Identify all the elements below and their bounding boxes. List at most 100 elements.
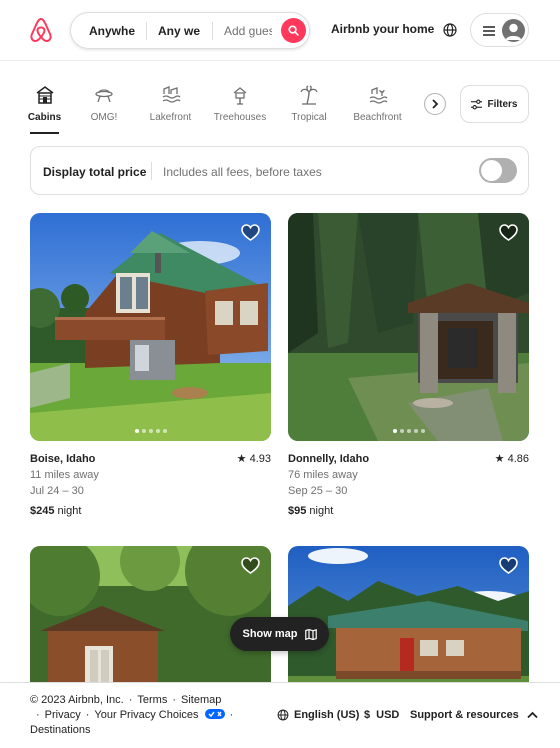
- listing-rating: ★ 4.93: [237, 451, 271, 467]
- filters-button[interactable]: Filters: [460, 85, 529, 123]
- footer-link-privacy-choices[interactable]: Your Privacy Choices: [94, 709, 198, 721]
- listing-photo[interactable]: [288, 213, 529, 441]
- listing-rating: ★ 4.86: [495, 451, 529, 467]
- category-cabins[interactable]: Cabins: [28, 85, 61, 134]
- pagination-dot: [406, 429, 411, 433]
- listing-photo[interactable]: [30, 213, 271, 441]
- palm-tree-icon: [300, 85, 318, 105]
- display-total-price-label: Display total price: [43, 165, 147, 179]
- search-when[interactable]: Any week: [158, 24, 200, 38]
- listing-distance: 76 miles away: [288, 469, 358, 481]
- user-menu-button[interactable]: [470, 13, 529, 47]
- category-omg[interactable]: OMG!: [90, 85, 118, 123]
- pagination-dot: [392, 429, 397, 433]
- divider: [151, 162, 152, 180]
- site-footer: © 2023 Airbnb, Inc. · Terms · Sitemap · Priva…: [0, 682, 560, 748]
- pagination-dot: [141, 429, 146, 433]
- category-beachfront[interactable]: Beachfront: [353, 85, 402, 123]
- search-guests[interactable]: Add guests: [224, 24, 272, 38]
- price-unit: night: [57, 505, 82, 517]
- listing-dates: Sep 25 – 30: [288, 485, 348, 497]
- chevron-up-icon: [527, 711, 538, 719]
- pagination-dot: [162, 429, 167, 433]
- filters-label: Filters: [487, 98, 518, 110]
- total-price-toggle[interactable]: [479, 158, 517, 183]
- category-label: OMG!: [90, 112, 118, 123]
- search-divider: [212, 22, 213, 40]
- footer-link-destinations[interactable]: Destinations: [30, 724, 91, 736]
- search-icon: [288, 25, 299, 36]
- search-where[interactable]: Anywhere: [89, 24, 135, 38]
- lakefront-icon: [162, 86, 180, 103]
- star-icon: ★: [236, 453, 247, 465]
- footer-row: Destinations: [30, 724, 91, 736]
- category-treehouses[interactable]: Treehouses: [214, 85, 266, 123]
- photo-pagination: [288, 429, 529, 433]
- listing-price: $245 night: [30, 503, 271, 519]
- rating-value: 4.93: [249, 453, 271, 465]
- support-resources-button[interactable]: Support & resources: [410, 709, 538, 721]
- cabin-icon: [36, 86, 53, 104]
- footer-row: © 2023 Airbnb, Inc. · Terms · Sitemap: [30, 694, 221, 706]
- menu-icon: [483, 26, 495, 36]
- search-divider: [146, 22, 147, 40]
- pagination-dot: [148, 429, 153, 433]
- pagination-dot: [399, 429, 404, 433]
- language-selector[interactable]: English (US): [277, 709, 359, 721]
- heart-icon[interactable]: [241, 224, 260, 242]
- support-label: Support & resources: [410, 709, 519, 721]
- show-map-button[interactable]: Show map: [230, 617, 329, 651]
- footer-row: · Privacy · Your Privacy Choices ·: [36, 709, 238, 721]
- category-label: Beachfront: [353, 112, 402, 123]
- ufo-house-icon: [95, 89, 113, 103]
- listing-dates: Jul 24 – 30: [30, 485, 84, 497]
- listing-location: Boise, Idaho: [30, 453, 96, 465]
- category-tropical[interactable]: Tropical: [291, 85, 327, 123]
- rating-value: 4.86: [507, 453, 529, 465]
- separator: ·: [128, 694, 133, 706]
- avatar-icon: [502, 19, 525, 42]
- show-map-label: Show map: [242, 628, 298, 640]
- price-value: $95: [288, 505, 307, 517]
- listing-location: Donnelly, Idaho: [288, 453, 370, 465]
- search-bar[interactable]: Anywhere Any week Add guests: [70, 12, 310, 49]
- beach-icon: [369, 87, 387, 104]
- currency-selector[interactable]: $ USD: [364, 709, 399, 721]
- footer-link-sitemap[interactable]: Sitemap: [181, 694, 221, 706]
- treehouse-icon: [233, 87, 247, 105]
- heart-icon[interactable]: [499, 224, 518, 242]
- footer-link-privacy[interactable]: Privacy: [45, 709, 81, 721]
- currency-symbol: $: [364, 709, 371, 721]
- globe-icon: [277, 709, 289, 721]
- listing-info: Boise, Idaho ★ 4.93 11 miles away Jul 24…: [30, 451, 271, 519]
- categories-next-button[interactable]: [424, 93, 446, 115]
- cabin-photo: [288, 213, 529, 441]
- privacy-choices-icon: [204, 709, 225, 719]
- heart-icon[interactable]: [499, 557, 518, 575]
- pagination-dot: [134, 429, 139, 433]
- listing-card[interactable]: Donnelly, Idaho ★ 4.86 76 miles away Sep…: [288, 213, 529, 519]
- sliders-icon: [471, 99, 483, 109]
- search-button[interactable]: [281, 18, 306, 43]
- active-category-underline: [30, 132, 59, 134]
- language-label: English (US): [294, 709, 360, 721]
- footer-link-terms[interactable]: Terms: [137, 694, 167, 706]
- heart-icon[interactable]: [241, 557, 260, 575]
- display-total-price-bar: Display total price Includes all fees, b…: [30, 146, 529, 195]
- chevron-right-icon: [432, 99, 439, 109]
- category-lakefront[interactable]: Lakefront: [149, 85, 192, 123]
- listing-card[interactable]: Boise, Idaho ★ 4.93 11 miles away Jul 24…: [30, 213, 271, 519]
- site-header: Anywhere Any week Add guests Airbnb your…: [0, 0, 560, 61]
- globe-icon[interactable]: [442, 22, 458, 38]
- separator: ·: [172, 694, 177, 706]
- map-icon: [304, 628, 317, 640]
- listing-price: $95 night: [288, 503, 529, 519]
- airbnb-logo-icon[interactable]: [29, 17, 53, 43]
- separator: ·: [36, 709, 40, 721]
- airbnb-your-home-link[interactable]: Airbnb your home: [331, 22, 434, 36]
- photo-pagination: [30, 429, 271, 433]
- star-icon: ★: [494, 453, 505, 465]
- currency-label: USD: [376, 709, 400, 721]
- category-bar: Cabins OMG! Lakefront Treehouses Tropica…: [0, 61, 560, 146]
- category-label: Tropical: [291, 112, 327, 123]
